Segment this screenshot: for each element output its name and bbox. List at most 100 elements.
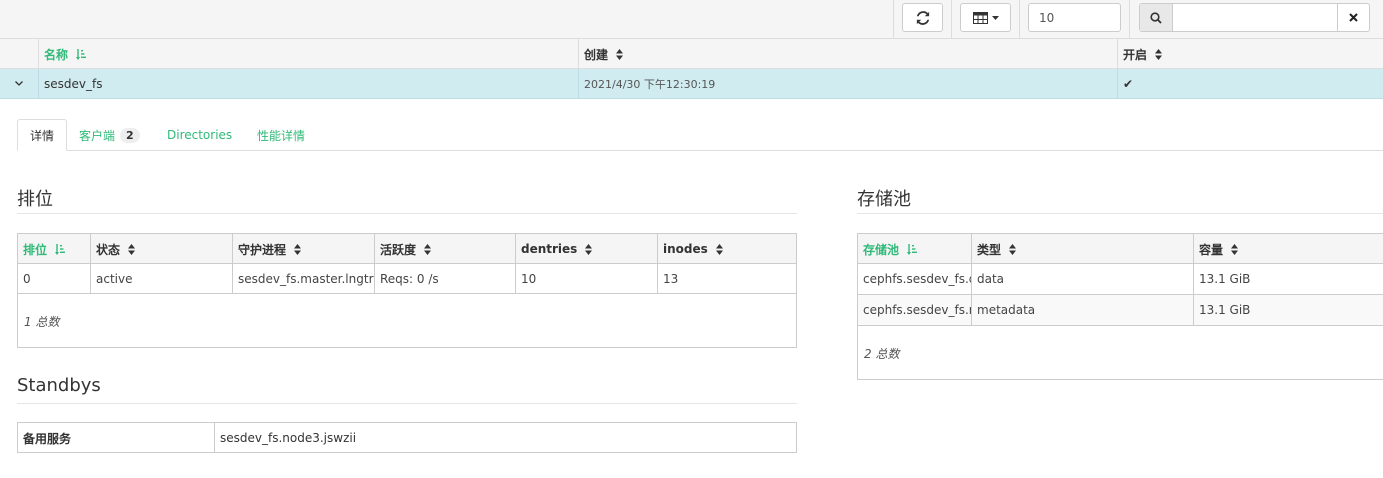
filesystem-name: sesdev_fs xyxy=(44,76,103,91)
column-header-label: inodes xyxy=(663,242,708,256)
column-header-enabled[interactable]: 开启 xyxy=(1117,39,1383,69)
toolbar-divider xyxy=(893,0,894,39)
column-header-name[interactable]: 名称 xyxy=(38,39,578,69)
sort-icon xyxy=(1009,243,1017,255)
pool-capacity-cell: 13.1 GiB xyxy=(1193,264,1383,294)
column-header-label: 开启 xyxy=(1123,47,1148,62)
sort-icon xyxy=(294,243,302,255)
pool-type-cell: data xyxy=(971,264,1193,294)
rank-cell: 0 xyxy=(23,272,31,286)
column-header-label: 状态 xyxy=(96,242,121,257)
search-icon xyxy=(1150,11,1162,24)
column-header-label: 名称 xyxy=(44,47,69,62)
standbys-heading-rule xyxy=(17,403,797,404)
table-row[interactable]: sesdev_fs 2021/4/30 下午12:30:19 ✔ xyxy=(0,69,1383,99)
ranks-total: 1 总数 xyxy=(24,315,60,329)
pools-heading-rule xyxy=(857,213,1383,214)
tab-details[interactable]: 详情 xyxy=(17,119,67,151)
standbys-heading: Standbys xyxy=(17,375,101,396)
column-header-activity[interactable]: 活跃度 xyxy=(374,234,515,264)
ranks-table: 排位 状态 守护进程 活跃度 dentries inodes 0 active xyxy=(17,233,797,348)
column-header-created[interactable]: 创建 xyxy=(578,39,1117,69)
pools-heading: 存储池 xyxy=(857,189,911,210)
created-cell: 2021/4/30 下午12:30:19 xyxy=(578,69,1117,98)
column-header-capacity[interactable]: 容量 xyxy=(1193,234,1383,264)
clear-search-button[interactable] xyxy=(1337,4,1369,31)
column-header-label: 活跃度 xyxy=(380,242,417,257)
pool-type-cell: metadata xyxy=(971,295,1193,325)
tab-clients[interactable]: 客户端 2 xyxy=(67,119,152,151)
standbys-table: 备用服务 sesdev_fs.node3.jswzii xyxy=(17,422,797,453)
tab-label: 客户端 xyxy=(79,128,116,143)
refresh-button[interactable] xyxy=(902,3,943,32)
check-icon: ✔ xyxy=(1123,76,1134,91)
tab-performance-details[interactable]: 性能详情 xyxy=(245,119,317,151)
created-time: 2021/4/30 下午12:30:19 xyxy=(584,77,716,91)
ranks-heading: 排位 xyxy=(17,189,53,210)
column-header-type[interactable]: 类型 xyxy=(971,234,1193,264)
search-group xyxy=(1139,3,1370,32)
sort-ascending-icon xyxy=(76,48,87,60)
pools-total: 2 总数 xyxy=(864,347,900,361)
collapse-row-button[interactable] xyxy=(0,69,38,98)
chevron-down-icon xyxy=(15,81,23,86)
ranks-heading-rule xyxy=(17,213,797,214)
column-header-state[interactable]: 状态 xyxy=(90,234,232,264)
dentries-cell: 10 xyxy=(515,264,657,294)
column-header-daemon[interactable]: 守护进程 xyxy=(232,234,374,264)
column-header-dentries[interactable]: dentries xyxy=(515,234,657,264)
pool-capacity-cell: 13.1 GiB xyxy=(1193,295,1383,325)
clients-count-badge: 2 xyxy=(120,127,140,143)
column-header-label: 排位 xyxy=(23,242,48,257)
pool-name-cell: cephfs.sesdev_fs.d xyxy=(863,272,971,286)
filesystem-name-cell: sesdev_fs xyxy=(38,69,578,98)
table-row: cephfs.sesdev_fs.m metadata 13.1 GiB xyxy=(858,295,1383,326)
sort-icon xyxy=(616,48,624,60)
tab-directories[interactable]: Directories xyxy=(155,119,244,151)
sort-ascending-icon xyxy=(55,243,66,255)
search-input[interactable] xyxy=(1174,4,1337,31)
standby-value: sesdev_fs.node3.jswzii xyxy=(214,423,796,453)
sort-icon xyxy=(1231,243,1239,255)
pools-table: 存储池 类型 容量 cephfs.sesdev_fs.d data 13.1 G… xyxy=(857,233,1383,380)
sort-icon xyxy=(585,243,593,255)
table-row: cephfs.sesdev_fs.d data 13.1 GiB xyxy=(858,264,1383,295)
column-header-rank[interactable]: 排位 xyxy=(18,234,90,264)
column-select-dropdown[interactable] xyxy=(960,3,1011,32)
column-header-label: 容量 xyxy=(1199,242,1224,257)
search-addon xyxy=(1140,4,1173,31)
tab-label: Directories xyxy=(167,128,233,142)
tab-label: 详情 xyxy=(30,128,55,143)
tab-label: 性能详情 xyxy=(257,128,306,143)
table-columns-icon xyxy=(972,11,988,24)
column-header-label: 创建 xyxy=(584,47,609,62)
column-header-pool[interactable]: 存储池 xyxy=(858,234,971,264)
filesystem-table-header: 名称 创建 开启 xyxy=(0,39,1383,69)
toolbar-divider xyxy=(1129,0,1130,39)
toolbar-divider xyxy=(1019,0,1020,39)
activity-cell: Reqs: 0 /s xyxy=(374,264,515,294)
daemon-cell: sesdev_fs.master.lngtrl xyxy=(232,264,374,294)
expand-column-header xyxy=(0,39,38,69)
caret-down-icon xyxy=(991,15,999,20)
refresh-icon xyxy=(916,10,930,25)
sort-icon xyxy=(1155,48,1163,60)
inodes-cell: 13 xyxy=(657,264,796,294)
sort-icon xyxy=(128,243,136,255)
table-toolbar xyxy=(0,0,1383,39)
ranks-table-header: 排位 状态 守护进程 活跃度 dentries inodes xyxy=(18,234,796,264)
page-size-input[interactable] xyxy=(1028,3,1121,32)
times-icon xyxy=(1349,13,1358,22)
column-header-inodes[interactable]: inodes xyxy=(657,234,796,264)
toolbar-divider xyxy=(951,0,952,39)
state-cell: active xyxy=(90,264,232,294)
column-header-label: dentries xyxy=(521,242,578,256)
standby-label: 备用服务 xyxy=(23,431,72,446)
pools-table-header: 存储池 类型 容量 xyxy=(858,234,1383,264)
sort-icon xyxy=(715,243,723,255)
sort-icon xyxy=(424,243,432,255)
column-header-label: 守护进程 xyxy=(238,242,287,257)
pool-name-cell: cephfs.sesdev_fs.m xyxy=(863,303,971,317)
enabled-cell: ✔ xyxy=(1117,69,1383,98)
sort-ascending-icon xyxy=(907,243,918,255)
